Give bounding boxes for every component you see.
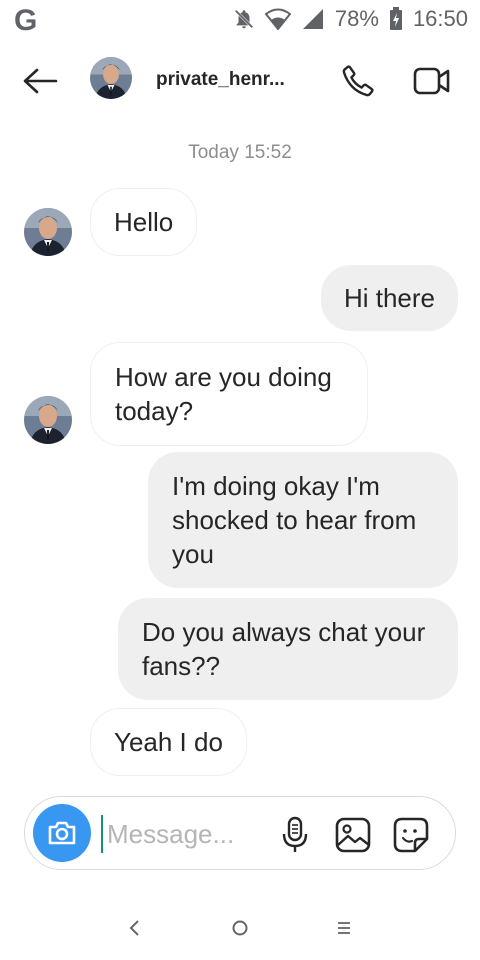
- google-g-icon: G: [14, 4, 38, 37]
- voice-call-button[interactable]: [336, 59, 380, 103]
- system-back-button[interactable]: [114, 910, 154, 946]
- arrow-left-icon: [23, 68, 58, 94]
- home-circle-icon: [232, 920, 248, 936]
- incoming-message[interactable]: Yeah I do: [90, 708, 247, 776]
- image-icon: [335, 817, 371, 853]
- avatar[interactable]: [24, 396, 72, 444]
- conversation-timestamp: Today 15:52: [188, 142, 292, 163]
- chat-header: private_henr...: [0, 45, 480, 115]
- message-composer: [24, 796, 456, 870]
- wifi-icon: [264, 8, 291, 30]
- chevron-left-icon: [129, 920, 139, 936]
- phone-icon: [342, 65, 374, 97]
- battery-charging-icon: [389, 7, 403, 31]
- sticker-icon: [393, 817, 429, 853]
- menu-lines-icon: [338, 922, 350, 934]
- system-recents-button[interactable]: [324, 910, 364, 946]
- outgoing-message[interactable]: I'm doing okay I'm shocked to hear from …: [148, 452, 458, 588]
- incoming-message[interactable]: Hello: [90, 188, 198, 256]
- battery-percent: 78%: [334, 6, 379, 31]
- cellular-signal-icon: [301, 8, 325, 30]
- back-button[interactable]: [18, 61, 62, 101]
- microphone-icon: [282, 816, 308, 852]
- outgoing-message[interactable]: Do you always chat your fans??: [118, 598, 458, 700]
- avatar[interactable]: [90, 57, 132, 99]
- system-navigation-bar: [0, 896, 480, 960]
- video-camera-icon: [413, 67, 450, 95]
- voice-message-button[interactable]: [277, 815, 313, 855]
- gallery-button[interactable]: [333, 815, 373, 855]
- camera-icon: [48, 821, 76, 845]
- system-home-button[interactable]: [220, 910, 260, 946]
- sticker-button[interactable]: [391, 815, 431, 855]
- status-icons: 78% 16:50: [233, 6, 468, 32]
- status-time: 16:50: [412, 6, 468, 31]
- incoming-message[interactable]: How are you doing today?: [90, 342, 368, 446]
- avatar[interactable]: [24, 208, 72, 256]
- status-bar: G 78% 16:50: [0, 0, 480, 40]
- outgoing-message[interactable]: Hi there: [320, 265, 458, 331]
- video-call-button[interactable]: [410, 59, 454, 103]
- conversation-username[interactable]: private_henr...: [156, 69, 286, 91]
- message-input[interactable]: [101, 815, 261, 853]
- camera-button[interactable]: [33, 804, 91, 862]
- notifications-off-icon: [233, 8, 255, 30]
